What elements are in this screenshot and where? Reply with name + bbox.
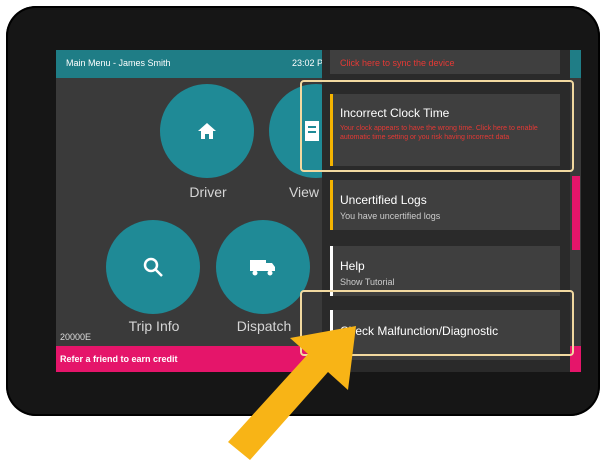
sync-device-card[interactable]: Click here to sync the device — [330, 50, 560, 74]
driver-button[interactable] — [160, 84, 254, 178]
sync-device-text: Click here to sync the device — [340, 58, 455, 68]
card-subtitle: You have uncertified logs — [340, 211, 441, 221]
card-subtitle: Show Tutorial — [340, 277, 395, 287]
truck-icon — [216, 220, 310, 314]
card-title: Help — [340, 259, 365, 273]
referral-banner-text: Refer a friend to earn credit — [60, 354, 178, 364]
uncertified-logs-card[interactable]: Uncertified Logs You have uncertified lo… — [330, 180, 560, 230]
trip-info-button[interactable] — [106, 220, 200, 314]
page-title: Main Menu - James Smith — [66, 58, 171, 68]
incorrect-clock-highlight — [300, 80, 574, 172]
card-title: Uncertified Logs — [340, 193, 427, 207]
pointer-arrow-icon — [228, 326, 356, 460]
search-icon — [106, 220, 200, 314]
dispatch-button[interactable] — [216, 220, 310, 314]
help-card[interactable]: Help Show Tutorial — [330, 246, 560, 296]
home-icon — [160, 84, 254, 178]
clock-readout: 23:02 P — [292, 58, 324, 68]
driver-label: Driver — [189, 184, 227, 200]
side-chat-tab[interactable] — [572, 176, 580, 250]
view-label: View — [288, 184, 320, 200]
unit-number: 20000E — [60, 332, 92, 342]
card-accent — [330, 180, 333, 230]
card-accent — [330, 246, 333, 296]
trip-info-label: Trip Info — [128, 318, 180, 334]
